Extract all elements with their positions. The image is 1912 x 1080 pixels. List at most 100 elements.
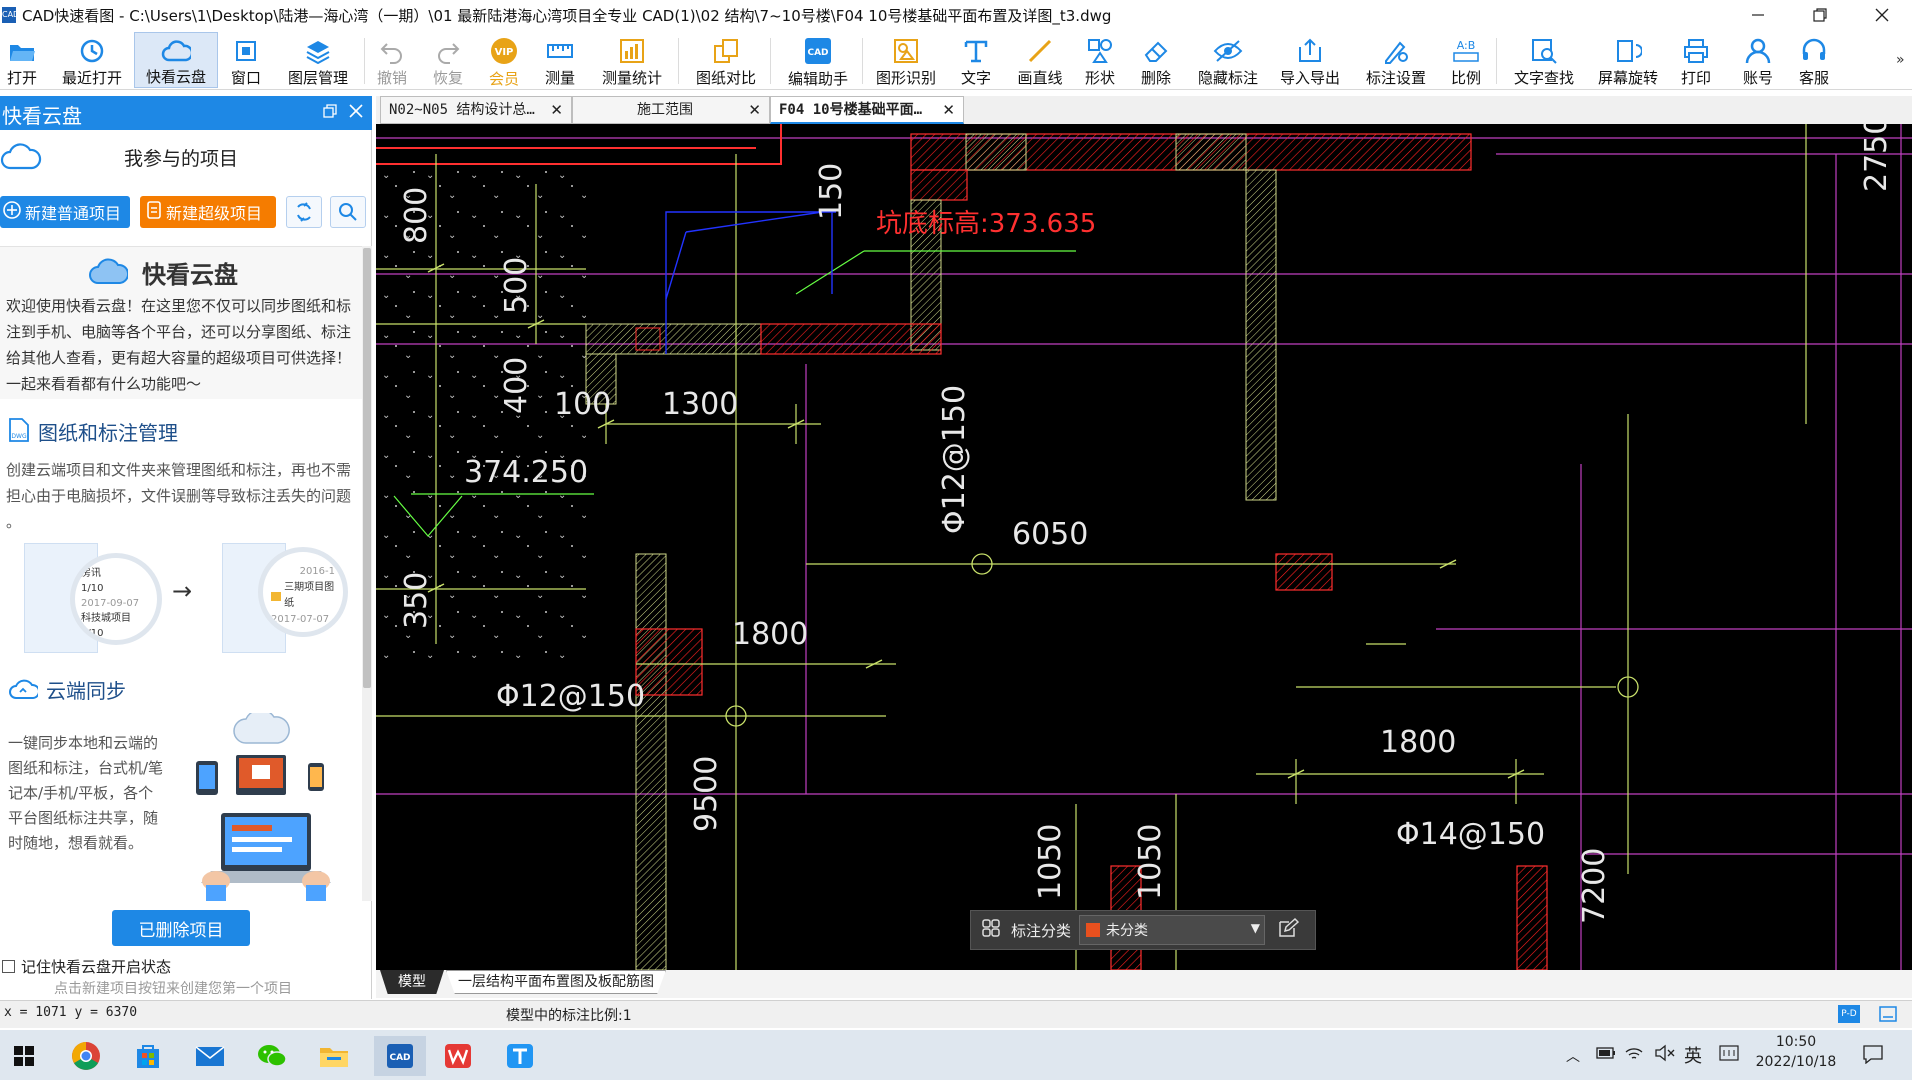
edit-assistant-button[interactable]: CAD 编辑助手 bbox=[782, 32, 854, 88]
clock-time[interactable]: 10:50 bbox=[1756, 1034, 1836, 1050]
annotation-settings-button[interactable]: 标注设置 bbox=[1360, 32, 1432, 88]
wps-icon[interactable] bbox=[436, 1036, 480, 1076]
layout-tab-model[interactable]: 模型 bbox=[380, 970, 444, 994]
panel-scrollbar[interactable] bbox=[362, 246, 372, 901]
toolbar-overflow-icon[interactable]: » bbox=[1896, 52, 1905, 68]
panel-scrollbar-thumb[interactable] bbox=[363, 248, 371, 688]
cad-drawing[interactable]: ⌄ ⌄ bbox=[376, 124, 1912, 970]
cad-app-taskbar-icon[interactable]: CAD bbox=[374, 1036, 426, 1076]
minimize-icon bbox=[1752, 14, 1764, 16]
sync-button[interactable] bbox=[286, 196, 322, 228]
dim-150: 150 bbox=[814, 163, 849, 220]
window-title: CAD快速看图 - C:\Users\1\Desktop\陆港—海心湾（一期）\… bbox=[22, 6, 1112, 25]
grid-icon[interactable] bbox=[981, 918, 1001, 942]
notification-icon[interactable] bbox=[1862, 1044, 1884, 1068]
account-button[interactable]: 账号 bbox=[1738, 32, 1778, 88]
project-list-title: 我参与的项目 bbox=[124, 148, 239, 170]
window-button[interactable]: 窗口 bbox=[226, 32, 266, 88]
edit-category-icon[interactable] bbox=[1277, 917, 1300, 943]
import-export-button[interactable]: 导入导出 bbox=[1274, 32, 1346, 88]
compare-button[interactable]: 图纸对比 bbox=[690, 32, 762, 88]
delete-button[interactable]: 删除 bbox=[1136, 32, 1176, 88]
dim-100: 100 bbox=[554, 387, 611, 422]
panel-close-icon[interactable] bbox=[348, 103, 364, 123]
windows-start-icon[interactable] bbox=[2, 1036, 46, 1076]
ime-indicator[interactable]: 英 bbox=[1684, 1042, 1702, 1068]
customer-service-button[interactable]: 客服 bbox=[1794, 32, 1834, 88]
restore-button[interactable] bbox=[1792, 0, 1848, 30]
import-export-icon bbox=[1295, 36, 1325, 65]
tab-construction-range[interactable]: 施工范围 ✕ bbox=[572, 96, 770, 124]
new-super-project-button[interactable]: 新建超级项目 bbox=[140, 196, 276, 228]
scale-button[interactable]: A:B 比例 bbox=[1446, 32, 1486, 88]
shape-button[interactable]: 形状 bbox=[1080, 32, 1120, 88]
fullscreen-icon[interactable] bbox=[1878, 1005, 1898, 1027]
tab-foundation-plan[interactable]: F04 10号楼基础平面… ✕ bbox=[770, 96, 964, 124]
redo-button[interactable]: 恢复 bbox=[428, 32, 468, 88]
volume-muted-icon[interactable] bbox=[1654, 1044, 1676, 1066]
ime-mode-icon[interactable] bbox=[1718, 1042, 1740, 1068]
cloud-disk-button[interactable]: 快看云盘 bbox=[134, 32, 218, 88]
app-icon: CAD bbox=[2, 7, 19, 23]
undo-button[interactable]: 撤销 bbox=[372, 32, 412, 88]
close-button[interactable] bbox=[1854, 0, 1910, 30]
cloud-logo-icon bbox=[88, 255, 129, 291]
dim-9500: 9500 bbox=[689, 756, 724, 832]
wechat-icon[interactable] bbox=[250, 1036, 294, 1076]
panel-restore-icon[interactable] bbox=[322, 103, 338, 123]
layout-tab-floor1[interactable]: 一层结构平面布置图及板配筋图 bbox=[446, 970, 666, 994]
minimize-button[interactable] bbox=[1730, 0, 1786, 30]
vip-button[interactable]: VIP 会员 bbox=[484, 32, 524, 88]
dim-1800-right: 1800 bbox=[1380, 725, 1456, 760]
measure-button[interactable]: 测量 bbox=[540, 32, 580, 88]
open-button[interactable]: 打开 bbox=[2, 32, 42, 88]
draw-line-button[interactable]: 画直线 bbox=[1012, 32, 1068, 88]
recent-button[interactable]: 最近打开 bbox=[56, 32, 128, 88]
edit-assistant-icon: CAD bbox=[803, 36, 833, 66]
text-button[interactable]: 文字 bbox=[956, 32, 996, 88]
tray-expand-icon[interactable]: ︿ bbox=[1566, 1046, 1580, 1066]
panel-header: 快看云盘 bbox=[0, 96, 372, 130]
print-button[interactable]: 打印 bbox=[1676, 32, 1716, 88]
dim-1050-right: 1050 bbox=[1133, 824, 1168, 900]
document-tabs: N02~N05 结构设计总… ✕ 施工范围 ✕ F04 10号楼基础平面… ✕ bbox=[376, 96, 1912, 124]
search-button[interactable] bbox=[330, 196, 366, 228]
layer-manager-button[interactable]: 图层管理 bbox=[282, 32, 354, 88]
dim-1050-left: 1050 bbox=[1033, 824, 1068, 900]
text-search-button[interactable]: 文字查找 bbox=[1508, 32, 1580, 88]
chevron-down-icon: ▼ bbox=[1250, 921, 1261, 935]
annotation-category-bar: 标注分类 未分类 ▼ bbox=[970, 910, 1316, 950]
hide-annotation-button[interactable]: 隐藏标注 bbox=[1192, 32, 1264, 88]
network-icon[interactable] bbox=[1624, 1044, 1644, 1066]
dim-7200: 7200 bbox=[1577, 848, 1612, 924]
text-app-icon[interactable] bbox=[498, 1036, 542, 1076]
clock-date[interactable]: 2022/10/18 bbox=[1750, 1054, 1842, 1070]
restore-icon bbox=[1813, 8, 1827, 22]
section-cloud-sync-text: 一键同步本地和云端的图纸和标注，台式机/笔记本/手机/平板，各个平台图纸标注共享… bbox=[8, 734, 164, 852]
chrome-icon[interactable] bbox=[64, 1036, 108, 1076]
deleted-projects-button[interactable]: 已删除项目 bbox=[112, 910, 250, 946]
remember-state-checkbox[interactable] bbox=[2, 960, 15, 973]
measure-stats-button[interactable]: 测量统计 bbox=[596, 32, 668, 88]
snap-toggle-icon[interactable]: P-D bbox=[1838, 1005, 1860, 1023]
store-icon[interactable] bbox=[126, 1036, 170, 1076]
file-explorer-icon[interactable] bbox=[312, 1036, 356, 1076]
cloud-sync-icon bbox=[8, 677, 40, 705]
tab-structural-notes[interactable]: N02~N05 结构设计总… ✕ bbox=[380, 96, 572, 124]
tab-close-icon[interactable]: ✕ bbox=[942, 97, 955, 122]
cad-canvas[interactable]: ⌄ ⌄ bbox=[376, 124, 1912, 970]
new-normal-project-button[interactable]: 新建普通项目 bbox=[0, 196, 130, 228]
mail-icon[interactable] bbox=[188, 1036, 232, 1076]
screen-rotate-button[interactable]: 屏幕旋转 bbox=[1592, 32, 1664, 88]
battery-icon[interactable] bbox=[1596, 1046, 1616, 1064]
history-icon bbox=[77, 36, 107, 65]
printer-icon bbox=[1681, 36, 1711, 65]
arrow-right-icon: → bbox=[172, 577, 193, 605]
tab-close-icon[interactable]: ✕ bbox=[550, 97, 563, 123]
cloud-intro-scroll[interactable]: 快看云盘 欢迎使用快看云盘！在这里您不仅可以同步图纸和标注到手机、电脑等各个平台… bbox=[0, 246, 362, 901]
remember-state-row[interactable]: 记住快看云盘开启状态 bbox=[2, 956, 171, 977]
annotation-category-select[interactable]: 未分类 ▼ bbox=[1079, 915, 1266, 945]
tab-close-icon[interactable]: ✕ bbox=[748, 97, 761, 123]
shape-recognize-button[interactable]: 图形识别 bbox=[870, 32, 942, 88]
dim-2750: 2750 bbox=[1859, 124, 1894, 192]
